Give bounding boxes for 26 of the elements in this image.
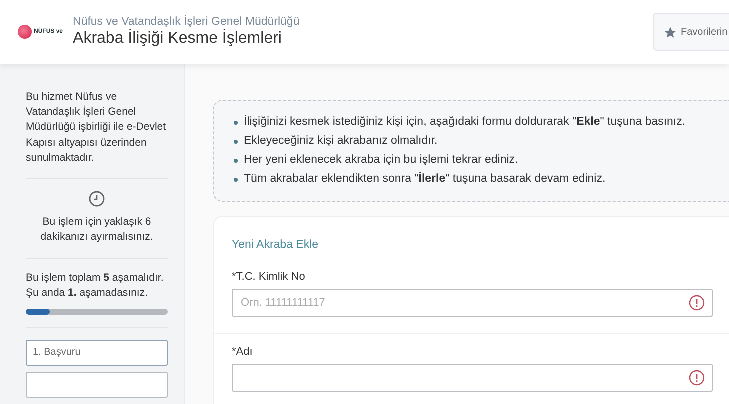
field-label: *T.C. Kimlik No [232,270,306,283]
alert-icon [689,294,705,311]
bullet-icon [234,121,238,125]
favorites-button[interactable]: Favorilerin [653,13,729,51]
clock-icon [89,191,105,208]
alert-icon [689,370,705,386]
step-item[interactable] [26,372,168,398]
bullet-icon [234,140,238,144]
instruction-text: İlişiğinizi kesmek istediğiniz kişi için, aşağıdaki formu doldurarak "Ekle" tuşuna basınız. [244,114,686,130]
instruction-text: Tüm akrabalar eklendikten sonra "İlerle" tuşuna basarak devam ediniz. [244,171,606,187]
organization-name: Nüfus ve Vatandaşlık İşleri Genel Müdürlüğü [73,16,301,28]
bullet-icon [234,178,238,182]
step-item[interactable]: 1. Başvuru [26,340,168,366]
progress-text: Bu işlem toplam 5 aşamalıdır. Şu anda 1. aşamadasınız. [26,272,164,299]
page-title: Akraba İlişiği Kesme İşlemleri [73,30,283,48]
form-title: Yeni Akraba Ekle [232,238,320,251]
instruction-text: Ekleyeceğiniz kişi akrabanız olmalıdır. [244,134,438,149]
field-label: *Adı [232,346,254,358]
service-info-text: Bu hizmet Nüfus ve Vatandaşlık İşleri Genel Müdürlüğü işbirliği ile e-Devlet Kapısı altyapısı üzerinden sunulmaktadır. [26,91,166,164]
star-icon [664,26,677,38]
bullet-icon [234,158,238,163]
instruction-text: Her yeni eklenecek akraba için bu işlemi tekrar ediniz. [244,152,518,168]
input-field[interactable]: Örn. 11111111117 [232,288,713,317]
duration-text: Bu işlem için yaklaşık 6 dakikanızı ayırmalısınız. [40,215,154,246]
input-field[interactable] [232,364,713,392]
logo-icon [18,25,32,39]
